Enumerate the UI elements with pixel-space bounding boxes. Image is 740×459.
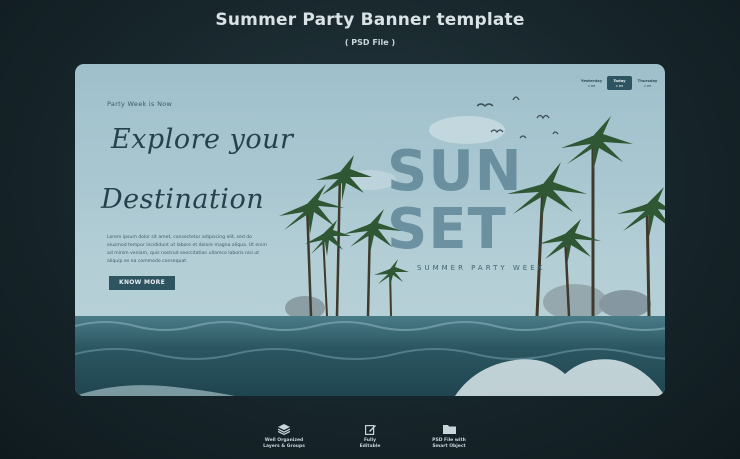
tab-yesterday[interactable]: Yesterday 0 PM	[579, 76, 604, 90]
feature-line: Layers & Groups	[263, 444, 305, 449]
feature-psd: PSD File with Smart Object	[414, 424, 484, 450]
tagline: SUMMER PARTY WEEK	[417, 264, 546, 272]
rock	[543, 284, 607, 320]
eyebrow-text: Party Week is Now	[107, 100, 173, 108]
big-text-set: SET	[387, 197, 507, 262]
tab-label: Today	[613, 78, 626, 83]
tab-label: Thursday	[637, 78, 658, 83]
tab-today[interactable]: Today 0 PM	[607, 76, 632, 90]
tab-label: Yesterday	[580, 78, 603, 83]
edit-icon	[364, 425, 376, 435]
page-subtitle: ( PSD File )	[344, 38, 396, 47]
feature-line: Editable	[359, 444, 381, 449]
banner-preview: Party Week is Now Explore your Destinati…	[75, 64, 665, 396]
rock	[599, 290, 651, 318]
body-line: aliquip ex ea commodo consequat.	[107, 259, 188, 264]
folder-icon	[442, 425, 456, 434]
body-line: ad minim veniam, quis nostrud exercitati…	[107, 251, 260, 256]
headline-line-1: Explore your	[111, 124, 294, 155]
feature-editable: Fully Editable	[335, 424, 405, 450]
feature-line: Smart Object	[432, 444, 466, 449]
big-text-sun: SUN	[387, 139, 523, 204]
beach-scene	[75, 96, 665, 396]
headline-line-2: Destination	[101, 184, 265, 215]
body-line: eiusmod tempor incididunt ut labore et d…	[107, 243, 267, 248]
day-tabs: Yesterday 0 PM Today 0 PM Thursday 0 PM	[579, 76, 660, 90]
body-text: Lorem ipsum dolor sit amet, consectetur …	[107, 234, 277, 266]
tab-sub: 0 PM	[615, 84, 624, 88]
page-title: Summer Party Banner template	[215, 10, 525, 30]
tab-sub: 0 PM	[587, 84, 596, 88]
feature-layers: Well Organized Layers & Groups	[249, 424, 319, 450]
tab-sub: 0 PM	[643, 84, 652, 88]
layers-icon	[278, 424, 290, 435]
tab-thursday[interactable]: Thursday 0 PM	[635, 76, 660, 90]
know-more-button[interactable]: KNOW MORE	[109, 276, 175, 290]
body-line: Lorem ipsum dolor sit amet, consectetur …	[107, 235, 252, 240]
